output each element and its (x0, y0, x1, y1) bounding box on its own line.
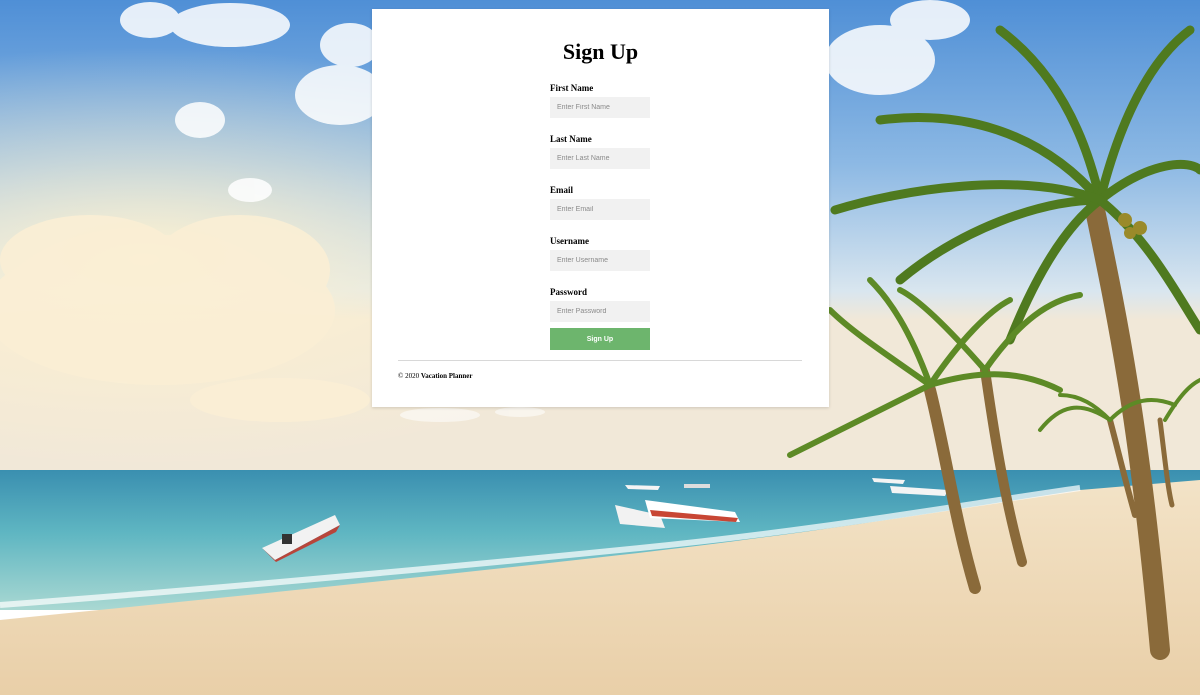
page-title: Sign Up (562, 39, 639, 64)
email-label: Email (550, 185, 574, 195)
first-name-group: First Name (550, 84, 690, 134)
footer: © 2020 Vacation Planner (398, 372, 473, 380)
username-input[interactable] (550, 250, 650, 271)
email-input[interactable] (550, 199, 650, 220)
footer-brand: Vacation Planner (420, 372, 473, 380)
first-name-input[interactable] (550, 97, 650, 118)
username-label: Username (550, 236, 589, 246)
footer-divider (398, 360, 802, 361)
sign-up-button[interactable]: Sign Up (550, 328, 650, 350)
username-group: Username (550, 237, 690, 287)
email-group: Email (550, 186, 690, 236)
footer-copyright: © 2020 (398, 372, 420, 380)
last-name-label: Last Name (550, 134, 592, 144)
password-label: Password (550, 287, 588, 297)
last-name-input[interactable] (550, 148, 650, 169)
signup-form: First Name Last Name Email Username Pass… (550, 83, 690, 338)
first-name-label: First Name (550, 83, 594, 93)
password-input[interactable] (550, 301, 650, 322)
signup-card: Sign Up First Name Last Name Email Usern… (372, 9, 829, 407)
last-name-group: Last Name (550, 135, 690, 185)
